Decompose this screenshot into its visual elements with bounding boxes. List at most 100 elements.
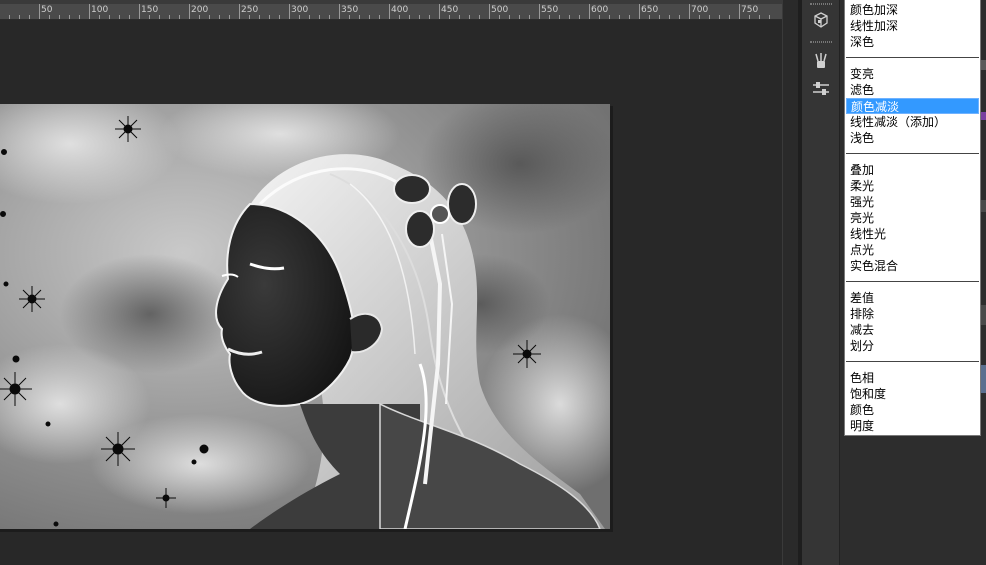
ruler-tick [599,15,600,19]
ruler-label: 650 [641,5,659,15]
ruler-tick [159,15,160,19]
blend-mode-option[interactable]: 线性加深 [846,18,979,34]
ruler-label: 200 [191,5,209,15]
ruler-tick [519,15,520,19]
blend-mode-option[interactable]: 浅色 [846,130,979,146]
menu-separator [846,57,979,58]
ruler-tick [119,15,120,19]
ruler-tick [719,15,720,19]
ruler-label: 50 [41,5,53,15]
ruler-tick [739,4,740,19]
ruler-tick [399,15,400,19]
blend-mode-option[interactable]: 差值 [846,290,979,306]
menu-separator [846,361,979,362]
ruler-tick [309,15,310,19]
ruler-tick [499,15,500,19]
ruler-tick [479,15,480,19]
ruler-tick [639,4,640,19]
ruler-tick [419,15,420,19]
ruler-tick [299,15,300,19]
blend-mode-option[interactable]: 线性光 [846,226,979,242]
ruler-tick [99,15,100,19]
blend-mode-dropdown[interactable]: 颜色加深 线性加深 深色变亮 滤色 颜色减淡 线性减淡（添加） 浅色叠加 柔光 强光 亮光 线性光点… [844,0,981,436]
ruler-tick [279,15,280,19]
ruler-tick [239,4,240,19]
blend-mode-option[interactable]: 叠加 [846,162,979,178]
blend-mode-option[interactable]: 明度 [846,418,979,434]
menu-separator [846,281,979,282]
ruler-tick [369,15,370,19]
blend-mode-option[interactable]: 划分 [846,338,979,354]
ruler-label: 700 [691,5,709,15]
ruler-label: 600 [591,5,609,15]
ruler-tick [649,15,650,19]
ruler-tick [659,15,660,19]
blend-mode-option[interactable]: 变亮 [846,66,979,82]
blend-mode-option[interactable]: 点光 [846,242,979,258]
ruler-tick [679,15,680,19]
ruler-tick [469,15,470,19]
blend-mode-option[interactable]: 色相 [846,370,979,386]
ruler-tick [449,15,450,19]
panel-divider[interactable] [782,0,798,565]
blend-mode-option[interactable]: 亮光 [846,210,979,226]
ruler-tick [19,15,20,19]
blend-mode-option[interactable]: 颜色 [846,402,979,418]
ruler-tick [229,15,230,19]
ruler-tick [59,15,60,19]
document-workspace[interactable]: 50 100 150 200 250 300 350 400 450 500 550 600 650 70… [0,0,782,565]
ruler-tick [559,15,560,19]
ruler-tick [269,15,270,19]
ruler-tick [179,15,180,19]
ruler-label: 350 [341,5,359,15]
blend-mode-option[interactable]: 颜色减淡 [846,98,979,114]
ruler-tick [709,15,710,19]
ruler-tick [39,4,40,19]
ruler-tick [349,15,350,19]
blend-mode-option[interactable]: 实色混合 [846,258,979,274]
3d-cube-icon[interactable] [810,9,832,31]
blend-mode-option[interactable]: 颜色加深 [846,2,979,18]
ruler-tick [699,15,700,19]
ruler-tick [109,15,110,19]
ruler-tick [149,15,150,19]
ruler-tick [249,15,250,19]
ruler-tick [439,4,440,19]
adjust-sliders-icon[interactable] [810,78,832,100]
ruler-tick [529,15,530,19]
brush-presets-icon[interactable] [810,50,832,72]
panel-grip[interactable] [810,3,832,5]
blend-mode-option[interactable]: 线性减淡（添加） [846,114,979,130]
ruler-label: 450 [441,5,459,15]
ruler-tick [29,15,30,19]
blend-mode-option[interactable]: 饱和度 [846,386,979,402]
ruler-tick [339,4,340,19]
ruler-label: 550 [541,5,559,15]
horizontal-ruler[interactable]: 50 100 150 200 250 300 350 400 450 500 550 600 650 70… [0,4,782,20]
image-canvas[interactable] [0,104,610,529]
blend-mode-option[interactable]: 柔光 [846,178,979,194]
ruler-tick [429,15,430,19]
blend-mode-option[interactable]: 滤色 [846,82,979,98]
blend-mode-option[interactable]: 排除 [846,306,979,322]
panel-grip[interactable] [810,41,832,43]
ruler-tick [619,15,620,19]
ruler-tick [289,4,290,19]
ruler-tick [729,15,730,19]
ruler-label: 300 [291,5,309,15]
ruler-tick [79,15,80,19]
ruler-tick [89,4,90,19]
blend-mode-option[interactable]: 深色 [846,34,979,50]
ruler-tick [139,4,140,19]
blend-mode-option[interactable]: 强光 [846,194,979,210]
ruler-label: 400 [391,5,409,15]
ruler-tick [129,15,130,19]
blend-mode-option[interactable]: 减去 [846,322,979,338]
ruler-tick [389,4,390,19]
ruler-tick [219,15,220,19]
ruler-label: 100 [91,5,109,15]
ruler-tick [459,15,460,19]
ruler-tick [749,15,750,19]
ruler-label: 750 [741,5,759,15]
ruler-tick [259,15,260,19]
